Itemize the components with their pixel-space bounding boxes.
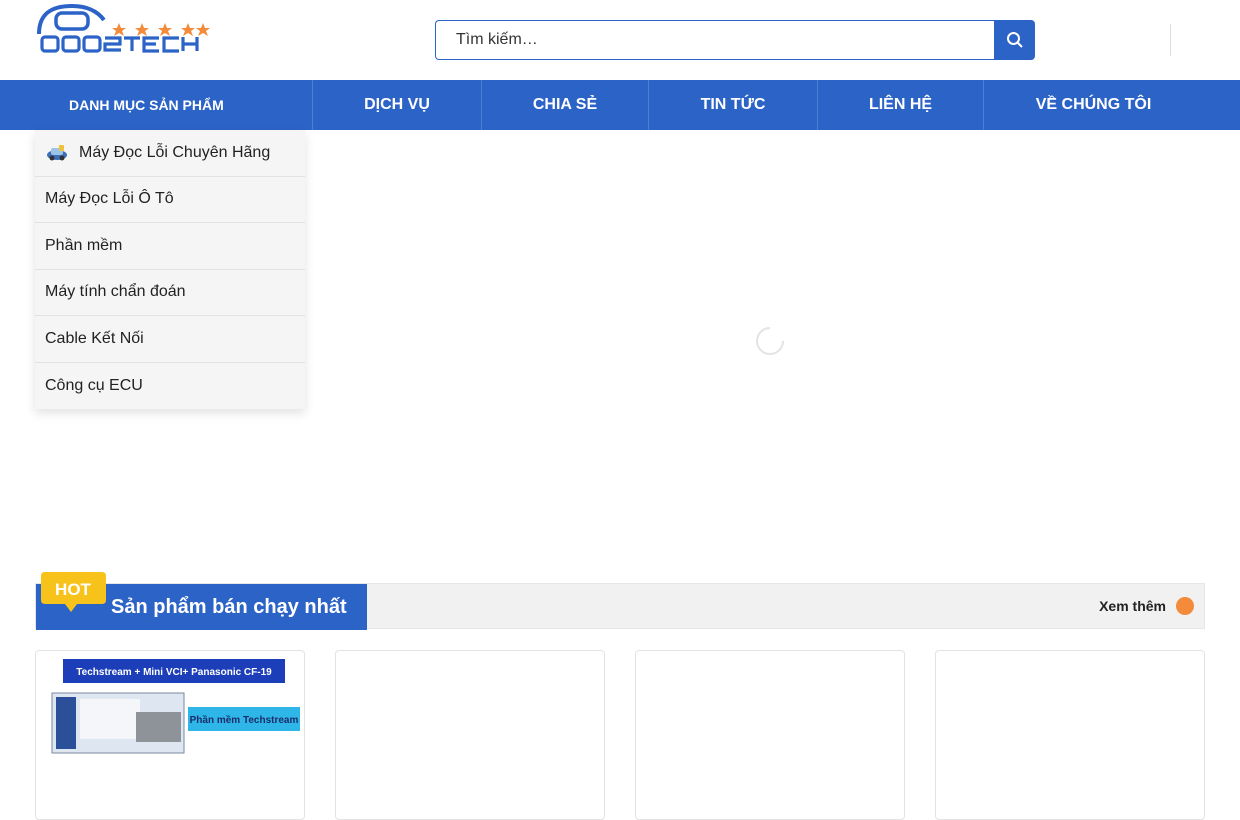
category-item-car-scanners[interactable]: Máy Đọc Lỗi Ô Tô (35, 177, 305, 223)
category-label: Máy Đọc Lỗi Chuyên Hãng (79, 143, 271, 161)
hot-badge-text: HOT (55, 580, 92, 599)
search-input[interactable] (435, 20, 994, 60)
category-label: Cable Kết Nối (45, 329, 144, 347)
car-scanner-icon (47, 144, 67, 161)
category-label: Phần mềm (45, 236, 123, 254)
product-card[interactable] (335, 650, 605, 820)
product-banner-label: Phần mềm Techstream (190, 714, 299, 726)
loading-spinner-icon (756, 327, 784, 355)
nav-news[interactable]: TIN TỨC (649, 80, 818, 130)
site-header (0, 0, 1240, 80)
section-title: Sản phẩm bán chạy nhất (111, 596, 347, 618)
category-item-software[interactable]: Phần mềm (35, 223, 305, 270)
category-item-brand-scanners[interactable]: Máy Đọc Lỗi Chuyên Hãng (35, 130, 305, 177)
product-card[interactable]: Techstream + Mini VCI+ Panasonic CF-19 P… (35, 650, 305, 820)
search-bar (435, 20, 1035, 60)
product-card[interactable] (935, 650, 1205, 820)
product-thumbnail[interactable]: Techstream + Mini VCI+ Panasonic CF-19 P… (46, 657, 302, 757)
header-divider (1170, 24, 1171, 56)
category-label: Máy tính chẩn đoán (45, 283, 186, 301)
nav-share[interactable]: CHIA SẺ (482, 80, 649, 130)
see-more-dot-icon[interactable] (1176, 597, 1194, 615)
category-menu: Máy Đọc Lỗi Chuyên Hãng Máy Đọc Lỗi Ô Tô… (35, 130, 305, 409)
bestseller-section-header: Sản phẩm bán chạy nhất Xem thêm (35, 583, 1205, 630)
search-icon (1006, 32, 1023, 48)
obd2tech-logo[interactable] (36, 4, 211, 56)
nav-product-categories[interactable]: DANH MỤC SẢN PHẨM (0, 80, 313, 130)
product-banner-title: Techstream + Mini VCI+ Panasonic CF-19 (76, 667, 272, 678)
search-button[interactable] (994, 20, 1035, 60)
category-item-diagnostic-computers[interactable]: Máy tính chẩn đoán (35, 270, 305, 316)
category-item-ecu-tools[interactable]: Công cụ ECU (35, 363, 305, 410)
category-label: Công cụ ECU (45, 376, 143, 394)
product-card[interactable] (635, 650, 905, 820)
category-label: Máy Đọc Lỗi Ô Tô (45, 190, 174, 208)
nav-services[interactable]: DỊCH VỤ (313, 80, 482, 130)
nav-about-us[interactable]: VỀ CHÚNG TÔI (984, 80, 1203, 130)
see-more-link[interactable]: Xem thêm (1099, 584, 1166, 628)
category-item-cables[interactable]: Cable Kết Nối (35, 316, 305, 363)
main-nav: DANH MỤC SẢN PHẨM DỊCH VỤ CHIA SẺ TIN TỨ… (0, 80, 1240, 130)
hot-badge: HOT (41, 572, 106, 612)
nav-contact[interactable]: LIÊN HỆ (818, 80, 984, 130)
